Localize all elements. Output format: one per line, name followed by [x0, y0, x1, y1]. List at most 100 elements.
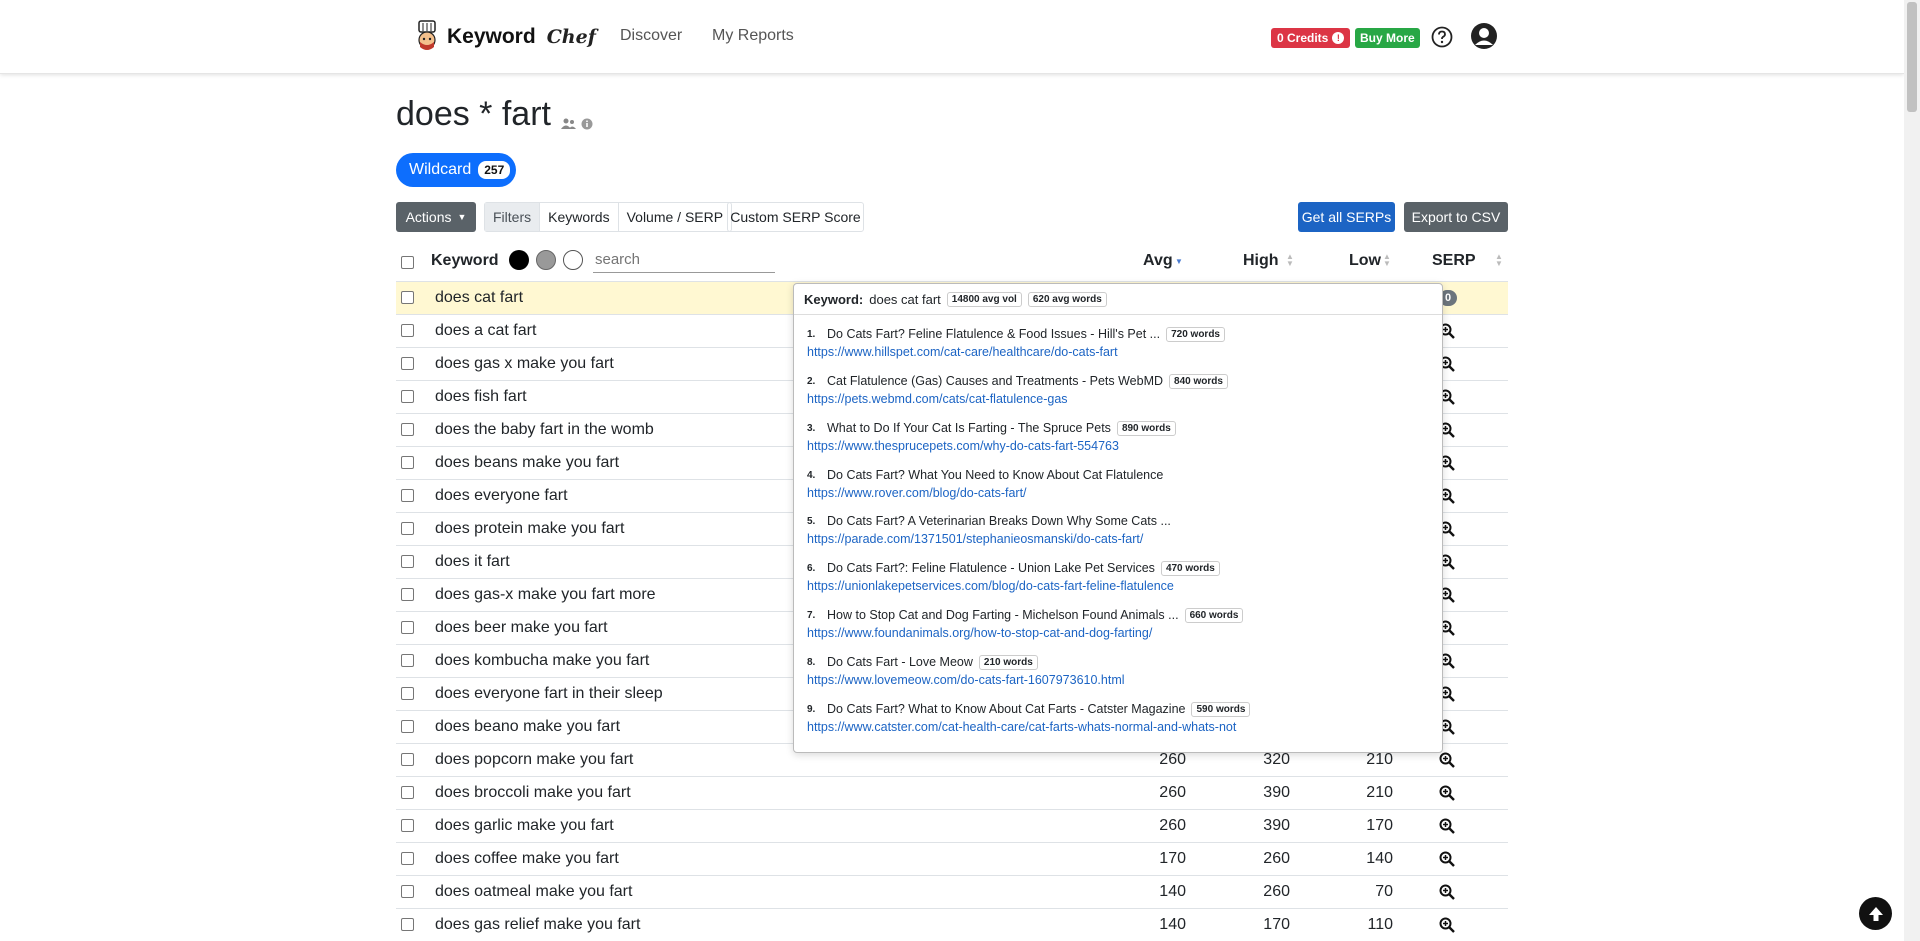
actions-dropdown[interactable]: Actions ▼ — [396, 202, 476, 232]
custom-serp-score-button[interactable]: Custom SERP Score — [727, 202, 864, 232]
keyword-cell[interactable]: does garlic make you fart — [435, 817, 614, 835]
row-checkbox[interactable] — [401, 588, 414, 601]
row-checkbox[interactable] — [401, 324, 414, 337]
row-checkbox[interactable] — [401, 819, 414, 832]
row-checkbox[interactable] — [401, 720, 414, 733]
row-checkbox[interactable] — [401, 522, 414, 535]
row-checkbox[interactable] — [401, 489, 414, 502]
export-csv-button[interactable]: Export to CSV — [1404, 202, 1508, 232]
filter-dot-gray[interactable] — [536, 250, 556, 270]
row-checkbox[interactable] — [401, 621, 414, 634]
result-title: How to Stop Cat and Dog Farting - Michel… — [827, 608, 1179, 622]
keyword-header[interactable]: Keyword — [431, 252, 499, 270]
keyword-cell[interactable]: does everyone fart in their sleep — [435, 685, 663, 703]
result-url-link[interactable]: https://parade.com/1371501/stephanieosma… — [807, 532, 1143, 546]
buy-more-button[interactable]: Buy More — [1355, 28, 1420, 48]
keyword-cell[interactable]: does protein make you fart — [435, 520, 624, 538]
result-rank: 8. — [807, 656, 816, 668]
result-url-link[interactable]: https://unionlakepetservices.com/blog/do… — [807, 579, 1174, 593]
keyword-cell[interactable]: does cat fart — [435, 289, 523, 307]
result-title: Do Cats Fart? A Veterinarian Breaks Down… — [827, 514, 1171, 528]
tab-filters[interactable]: Filters — [485, 203, 541, 231]
result-url-link[interactable]: https://www.rover.com/blog/do-cats-fart/ — [807, 486, 1027, 500]
select-all-checkbox[interactable] — [401, 256, 414, 269]
keyword-cell[interactable]: does coffee make you fart — [435, 850, 619, 868]
row-checkbox[interactable] — [401, 357, 414, 370]
tab-volume-serp[interactable]: Volume / SERP — [619, 203, 732, 231]
zoom-icon[interactable] — [1439, 851, 1455, 872]
result-rank: 9. — [807, 703, 816, 715]
row-checkbox[interactable] — [401, 918, 414, 931]
keyword-cell[interactable]: does beans make you fart — [435, 454, 619, 472]
brand[interactable]: Keyword Chef — [413, 20, 596, 54]
get-all-serps-button[interactable]: Get all SERPs — [1298, 202, 1395, 232]
low-header[interactable]: Low — [1349, 252, 1381, 270]
result-url-link[interactable]: https://www.thesprucepets.com/why-do-cat… — [807, 439, 1119, 453]
row-checkbox[interactable] — [401, 786, 414, 799]
result-url-link[interactable]: https://www.catster.com/cat-health-care/… — [807, 720, 1236, 734]
keyword-cell[interactable]: does beer make you fart — [435, 619, 608, 637]
row-checkbox[interactable] — [401, 423, 414, 436]
users-icon[interactable] — [560, 100, 576, 139]
nav-my-reports[interactable]: My Reports — [712, 27, 794, 45]
result-url-link[interactable]: https://www.hillspet.com/cat-care/health… — [807, 345, 1118, 359]
keyword-cell[interactable]: does it fart — [435, 553, 510, 571]
keyword-cell[interactable]: does oatmeal make you fart — [435, 883, 632, 901]
info-icon[interactable] — [581, 100, 593, 139]
actions-label: Actions — [405, 209, 452, 225]
nav-discover[interactable]: Discover — [620, 27, 682, 45]
keyword-cell[interactable]: does beano make you fart — [435, 718, 620, 736]
keyword-cell[interactable]: does gas x make you fart — [435, 355, 614, 373]
zoom-icon[interactable] — [1439, 818, 1455, 839]
table-row[interactable]: does coffee make you fart 170 260 140 — [396, 842, 1508, 875]
result-rank: 2. — [807, 375, 816, 387]
row-checkbox[interactable] — [401, 555, 414, 568]
row-checkbox[interactable] — [401, 390, 414, 403]
zoom-icon[interactable] — [1439, 884, 1455, 905]
user-circle-icon[interactable] — [1470, 22, 1498, 55]
table-row[interactable]: does gas relief make you fart 140 170 110 — [396, 908, 1508, 941]
sort-icon: ▲ ▼ — [1286, 252, 1294, 268]
keyword-cell[interactable]: does fish fart — [435, 388, 527, 406]
keyword-cell[interactable]: does kombucha make you fart — [435, 652, 649, 670]
popover-header: Keyword: does cat fart 14800 avg vol 620… — [794, 284, 1442, 315]
page-scrollbar[interactable] — [1904, 0, 1920, 941]
result-url-link[interactable]: https://pets.webmd.com/cats/cat-flatulen… — [807, 392, 1068, 406]
zoom-icon[interactable] — [1439, 752, 1455, 773]
row-checkbox[interactable] — [401, 654, 414, 667]
zoom-icon[interactable] — [1439, 785, 1455, 806]
table-row[interactable]: does garlic make you fart 260 390 170 — [396, 809, 1508, 842]
row-checkbox[interactable] — [401, 852, 414, 865]
credits-badge[interactable]: 0 Credits ! — [1271, 28, 1351, 48]
zoom-icon[interactable] — [1439, 917, 1455, 938]
serp-header[interactable]: SERP — [1432, 252, 1476, 270]
info-icon: ! — [1332, 32, 1345, 44]
row-checkbox[interactable] — [401, 291, 414, 304]
keyword-cell[interactable]: does popcorn make you fart — [435, 751, 633, 769]
high-cell: 260 — [1263, 850, 1290, 867]
table-row[interactable]: does broccoli make you fart 260 390 210 — [396, 776, 1508, 809]
result-url-link[interactable]: https://www.foundanimals.org/how-to-stop… — [807, 626, 1152, 640]
row-checkbox[interactable] — [401, 687, 414, 700]
table-row[interactable]: does oatmeal make you fart 140 260 70 — [396, 875, 1508, 908]
row-checkbox[interactable] — [401, 885, 414, 898]
keyword-search-input[interactable] — [593, 247, 775, 273]
question-circle-icon[interactable] — [1431, 26, 1453, 53]
scroll-top-button[interactable] — [1859, 897, 1892, 930]
keyword-cell[interactable]: does broccoli make you fart — [435, 784, 631, 802]
tab-keywords[interactable]: Keywords — [540, 203, 619, 231]
avg-header[interactable]: Avg — [1143, 252, 1173, 270]
row-checkbox[interactable] — [401, 456, 414, 469]
row-checkbox[interactable] — [401, 753, 414, 766]
keyword-cell[interactable]: does gas relief make you fart — [435, 916, 640, 934]
keyword-cell[interactable]: does the baby fart in the womb — [435, 421, 654, 439]
keyword-cell[interactable]: does a cat fart — [435, 322, 536, 340]
scrollbar-thumb[interactable] — [1907, 2, 1917, 112]
high-header[interactable]: High — [1243, 252, 1279, 270]
result-url-link[interactable]: https://www.lovemeow.com/do-cats-fart-16… — [807, 673, 1125, 687]
wildcard-pill[interactable]: Wildcard 257 — [396, 153, 517, 187]
filter-dot-black[interactable] — [509, 250, 529, 270]
keyword-cell[interactable]: does everyone fart — [435, 487, 568, 505]
keyword-cell[interactable]: does gas-x make you fart more — [435, 586, 656, 604]
filter-dot-white[interactable] — [563, 250, 583, 270]
